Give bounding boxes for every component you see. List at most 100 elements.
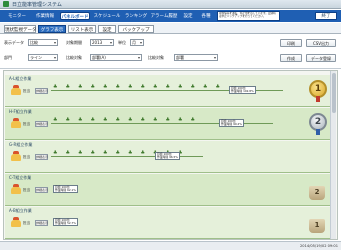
tab-settings[interactable]: 設定 (98, 25, 116, 33)
runner-icon: ♣ (165, 117, 170, 123)
menu-ranking[interactable]: ランキング (124, 12, 148, 20)
team-name: A-L組立作業 (9, 76, 32, 81)
compare-select[interactable]: 部署(A) ▾ (90, 54, 142, 61)
gold-medal-icon: 1 (309, 80, 327, 102)
display-select[interactable]: 比較 ▾ (28, 39, 58, 46)
runner-icon: ♣ (153, 117, 158, 123)
tab-graph[interactable]: グラフ表示 (38, 25, 66, 33)
tab-current-data[interactable]: 現状監視データ (4, 25, 37, 33)
team-row: H-F組立作業 担当 詳細表示 ♣ ♣ ♣ ♣ ♣ ♣ ♣ ♣ ♣ ♣ ♣ ♣ 目標 100台 作業時間… (5, 108, 332, 140)
detail-button[interactable]: 詳細表示 (35, 220, 48, 226)
chevron-down-icon: ▾ (213, 55, 216, 60)
chevron-down-icon: ▾ (109, 40, 112, 45)
runner-icon: ♣ (115, 84, 120, 90)
team-row: A-L組立作業 担当 詳細表示 ♣ ♣ ♣ ♣ ♣ ♣ ♣ ♣ ♣ ♣ ♣ ♣ ♣ ♣ 目標 100台 作業… (5, 75, 332, 107)
exit-button[interactable]: 終了 (315, 12, 337, 20)
runner-icon: ♣ (103, 117, 108, 123)
app-title: 日立能率管理システム (12, 2, 62, 8)
display-label: 表示データ (4, 40, 24, 45)
stat-box: 目標 100台 作業時間 96.5% (155, 152, 180, 160)
menu-schedule[interactable]: スケジュール (92, 12, 122, 20)
member-label: 担当 (23, 155, 30, 159)
team-row: C-T組立作業 担当 詳細表示 目標 100台 作業時間 62.1% 2 (5, 174, 332, 206)
runner-icon: ♣ (78, 84, 83, 90)
backup-button[interactable]: バックアップ (118, 25, 154, 33)
team-icon (11, 184, 21, 194)
runner-icon: ♣ (203, 84, 208, 90)
team-name: G-R組立作業 (9, 142, 33, 147)
runner-icon: ♣ (103, 150, 108, 156)
compare2-select[interactable]: 部署 ▾ (174, 54, 218, 61)
title-bar: 日立能率管理システム (0, 0, 341, 9)
runner-icon: ♣ (53, 117, 58, 123)
period-select[interactable]: 2013 ▾ (90, 39, 114, 46)
member-label: 担当 (23, 122, 30, 126)
period-label: 対象期間 (66, 40, 82, 45)
team-icon (11, 151, 21, 161)
runner-icon: ♣ (128, 150, 133, 156)
silver-medal-icon: 2 (309, 113, 327, 135)
team-icon (11, 217, 21, 227)
app-logo-icon (3, 1, 9, 7)
runner-icon: ♣ (115, 117, 120, 123)
member-label: 担当 (23, 188, 30, 192)
race-track (51, 156, 203, 157)
runner-icon: ♣ (215, 84, 220, 90)
runner-icon: ♣ (53, 150, 58, 156)
team-icon (11, 85, 21, 95)
runner-icon: ♣ (65, 84, 70, 90)
stat-box: 目標 100台 作業時間 99.2% (219, 119, 244, 127)
compare-label: 比較対象 (66, 55, 82, 60)
chevron-down-icon: ▾ (53, 55, 56, 60)
member-label: 担当 (23, 221, 30, 225)
menu-alarm-history[interactable]: アラーム履歴 (150, 12, 178, 20)
filter-area: 表示データ 比較 ▾ 対象期間 2013 ▾ 単位 月 ▾ 部門 ライン ▾ 比較対象 … (0, 35, 341, 69)
runner-icon: ♣ (115, 150, 120, 156)
vertical-scrollbar[interactable] (330, 71, 336, 239)
runner-icon: ♣ (153, 84, 158, 90)
runner-icon: ♣ (128, 84, 133, 90)
trophy-icon: 2 (309, 186, 325, 200)
runner-icon: ♣ (78, 117, 83, 123)
runner-icon: ♣ (140, 150, 145, 156)
menu-panel-board[interactable]: パネルボード (60, 12, 90, 20)
team-icon (11, 118, 21, 128)
create-button[interactable]: 作成 (280, 54, 302, 62)
group-select[interactable]: ライン ▾ (28, 54, 58, 61)
compare2-label: 比較対象 (148, 55, 164, 60)
csv-export-button[interactable]: CSV出力 (306, 39, 336, 47)
menu-misc[interactable]: 各種 (197, 12, 215, 20)
stat-box: 目標 100台 作業時間 52.7% (53, 218, 78, 226)
runner-icon: ♣ (178, 84, 183, 90)
runner-icon: ♣ (103, 84, 108, 90)
print-button[interactable]: 印刷 (280, 39, 302, 47)
member-label: 担当 (23, 89, 30, 93)
runner-icon: ♣ (53, 84, 58, 90)
status-bar: 2014/05/19/02 09:01 (0, 241, 341, 250)
runner-icon: ♣ (140, 84, 145, 90)
detail-button[interactable]: 詳細表示 (35, 121, 48, 127)
tab-list[interactable]: リスト表示 (68, 25, 96, 33)
detail-button[interactable]: 詳細表示 (35, 88, 48, 94)
data-register-button[interactable]: データ登録 (306, 54, 336, 62)
menu-settings[interactable]: 設定 (180, 12, 196, 20)
runner-icon: ♣ (65, 150, 70, 156)
unit-label: 単位 (118, 40, 126, 45)
detail-button[interactable]: 詳細表示 (35, 154, 48, 160)
team-row: A-B組立作業 担当 詳細表示 目標 100台 作業時間 52.7% 1 (5, 207, 332, 239)
stat-box: 目標 100台 作業時間 102.8% (229, 86, 256, 94)
menu-work-info[interactable]: 作業情報 (32, 12, 58, 20)
team-name: C-T組立作業 (9, 175, 32, 180)
menu-monitor[interactable]: モニター (4, 12, 30, 20)
team-name: A-B組立作業 (9, 208, 32, 213)
scroll-thumb[interactable] (332, 73, 336, 113)
view-tabs: 現状監視データ グラフ表示 リスト表示 設定 バックアップ (0, 23, 341, 34)
chevron-down-icon: ▾ (137, 55, 140, 60)
runner-icon: ♣ (90, 150, 95, 156)
runner-icon: ♣ (90, 84, 95, 90)
race-panel: A-L組立作業 担当 詳細表示 ♣ ♣ ♣ ♣ ♣ ♣ ♣ ♣ ♣ ♣ ♣ ♣ ♣ ♣ 目標 100台 作業… (3, 70, 338, 240)
unit-select[interactable]: 月 ▾ (130, 39, 144, 46)
detail-button[interactable]: 詳細表示 (35, 187, 48, 193)
trophy-icon: 1 (309, 219, 325, 233)
team-name: H-F組立作業 (9, 109, 32, 114)
